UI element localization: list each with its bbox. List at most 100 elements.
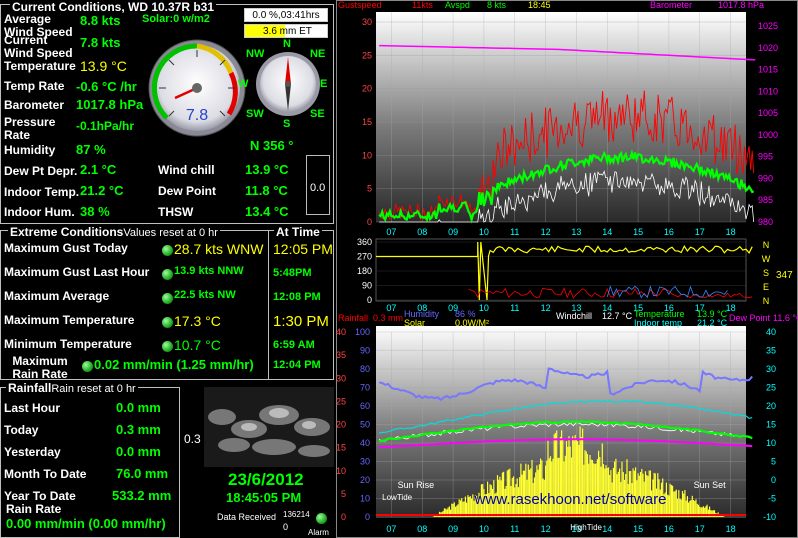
sunrise-label: Sun Rise bbox=[398, 480, 435, 490]
g2-direction-letter: E bbox=[763, 282, 769, 292]
alarm-label: Alarm bbox=[308, 528, 329, 537]
g2-direction-value: 347 bbox=[776, 270, 793, 281]
g3-right-tick: 20 bbox=[766, 401, 776, 411]
g1-left-tick: 5 bbox=[367, 184, 372, 194]
compass-w: W bbox=[238, 78, 249, 90]
extreme-row-label: Maximum Gust Today bbox=[4, 241, 128, 255]
indoor-hum-label: Indoor Hum. bbox=[4, 205, 75, 219]
g3-legend-itemp-val: 21.2 °C bbox=[697, 318, 728, 328]
solar-bar bbox=[711, 510, 713, 517]
dew-point-label: Dew Point bbox=[158, 184, 217, 198]
wind-direction-graph: 360270180900NWSEN34707 08 09 10 11 12 13 14 15 16… bbox=[357, 237, 793, 313]
gauge-speed-readout: 7.8 bbox=[186, 107, 208, 124]
solar-bar bbox=[621, 461, 623, 517]
g3-left-tick-humidity: 0 bbox=[365, 512, 370, 522]
extreme-led-icon bbox=[162, 341, 173, 352]
rainfall-title-text: Rainfall bbox=[8, 381, 52, 395]
g2-left-tick: 360 bbox=[357, 237, 372, 247]
solar-bar bbox=[464, 496, 466, 517]
g3-left-tick-humidity: 100 bbox=[355, 327, 370, 337]
g3-x-tick: 11 bbox=[510, 524, 519, 534]
solar-bar bbox=[669, 483, 671, 517]
date-display: 23/6/2012 bbox=[228, 470, 304, 489]
solar-bar bbox=[540, 458, 542, 517]
extreme-row-time: 5:48PM bbox=[273, 267, 312, 279]
time-display: 18:45:05 PM bbox=[226, 490, 302, 505]
pressure-rate-value: -0.1hPa/hr bbox=[76, 119, 135, 133]
solar-bar bbox=[531, 459, 533, 517]
rain-rate-value: 0.00 mm/min (0.00 mm/hr) bbox=[6, 516, 166, 531]
solar-bar bbox=[472, 494, 474, 517]
g3-left-tick-temp: 25 bbox=[336, 396, 346, 406]
extreme-row-label: Maximum Rain Rate bbox=[12, 354, 68, 381]
g3-left-tick-temp: 30 bbox=[336, 373, 346, 383]
g3-left-tick-humidity: 70 bbox=[360, 383, 370, 393]
temperature-rain-graph: 4035302520151050100908070605040302010040… bbox=[336, 326, 776, 534]
extreme-row-label: Maximum Average bbox=[4, 289, 110, 303]
rain-row-value: 533.2 mm bbox=[112, 488, 172, 503]
g3-left-tick-humidity: 20 bbox=[360, 475, 370, 485]
data-zero: 0 bbox=[283, 522, 289, 532]
g1-right-tick: 1015 bbox=[758, 65, 778, 75]
g3-left-tick-humidity: 50 bbox=[360, 420, 370, 430]
solar-bar bbox=[541, 460, 543, 517]
g1-right-tick: 1000 bbox=[758, 130, 778, 140]
rain-row-value: 76.0 mm bbox=[116, 466, 169, 481]
rain-percent-box: 0.0 %,03:41hrs bbox=[244, 8, 328, 22]
g3-left-tick-humidity: 60 bbox=[360, 401, 370, 411]
g1-plot-area bbox=[376, 12, 746, 222]
g1-left-tick: 0 bbox=[367, 217, 372, 227]
solar-bar bbox=[681, 491, 684, 517]
temperature-label: Temperature bbox=[4, 59, 76, 73]
g3-left-tick-humidity: 10 bbox=[360, 494, 370, 504]
g3-legend-rain-val: 0.3 mm bbox=[373, 313, 404, 323]
solar-bar bbox=[673, 491, 675, 517]
solar-bar bbox=[691, 495, 693, 517]
extreme-row-label: Maximum Gust Last Hour bbox=[4, 265, 150, 279]
solar-bar bbox=[432, 516, 434, 517]
g3-right-tick: -10 bbox=[763, 512, 776, 522]
hightide-label: HighTide bbox=[570, 523, 602, 532]
et-value: 3.6 mm ET bbox=[263, 26, 312, 37]
solar-bar bbox=[615, 458, 617, 517]
at-time-header: At Time bbox=[274, 225, 322, 239]
g2-left-tick: 90 bbox=[362, 281, 372, 291]
g1-left-tick: 15 bbox=[362, 117, 372, 127]
solar-bar bbox=[548, 458, 550, 517]
rain-row-label: Last Hour bbox=[4, 401, 61, 415]
thsw-label: THSW bbox=[158, 205, 194, 219]
extreme-reset-text: Values reset at 0 hr bbox=[123, 227, 218, 239]
g3-x-tick: 10 bbox=[479, 524, 489, 534]
solar-bar bbox=[599, 457, 601, 517]
extreme-row-time: 1:30 PM bbox=[273, 313, 329, 330]
windchill-label: Wind chill bbox=[158, 163, 215, 177]
barometer-value: 1017.8 hPa bbox=[76, 97, 144, 112]
indoor-temp-value: 21.2 °C bbox=[80, 183, 124, 198]
g3-left-tick-humidity: 80 bbox=[360, 364, 370, 374]
g3-x-tick: 16 bbox=[664, 524, 674, 534]
rain-row-label: Today bbox=[4, 423, 39, 437]
rain-row-label: Month To Date bbox=[4, 467, 87, 481]
alarm-indicator-icon[interactable] bbox=[316, 513, 327, 524]
solar-bar bbox=[672, 485, 674, 517]
thsw-value: 13.4 °C bbox=[245, 204, 289, 219]
g3-legend-chill: Windchill bbox=[556, 311, 593, 321]
g2-left-tick: 270 bbox=[357, 252, 372, 262]
g3-legend-dew-val: 11.6 °C bbox=[773, 313, 798, 323]
g1-right-tick: 1025 bbox=[758, 21, 778, 31]
solar-value: Solar:0 w/m2 bbox=[142, 13, 210, 25]
data-received-value: 136214 bbox=[283, 510, 310, 519]
compass-s: S bbox=[283, 118, 291, 130]
temp-rate-label: Temp Rate bbox=[4, 79, 65, 93]
extreme-title-text: Extreme Conditions bbox=[10, 225, 124, 239]
solar-bar bbox=[686, 496, 688, 517]
solar-bar bbox=[674, 491, 676, 517]
g3-x-tick: 12 bbox=[541, 524, 551, 534]
solar-bar bbox=[614, 461, 616, 517]
solar-bar bbox=[596, 459, 598, 517]
solar-bar bbox=[551, 461, 553, 517]
g3-left-tick-temp: 15 bbox=[336, 443, 346, 453]
g1-left-tick: 10 bbox=[362, 150, 372, 160]
g3-right-tick: -5 bbox=[768, 494, 776, 504]
g3-left-tick-temp: 5 bbox=[341, 489, 346, 499]
